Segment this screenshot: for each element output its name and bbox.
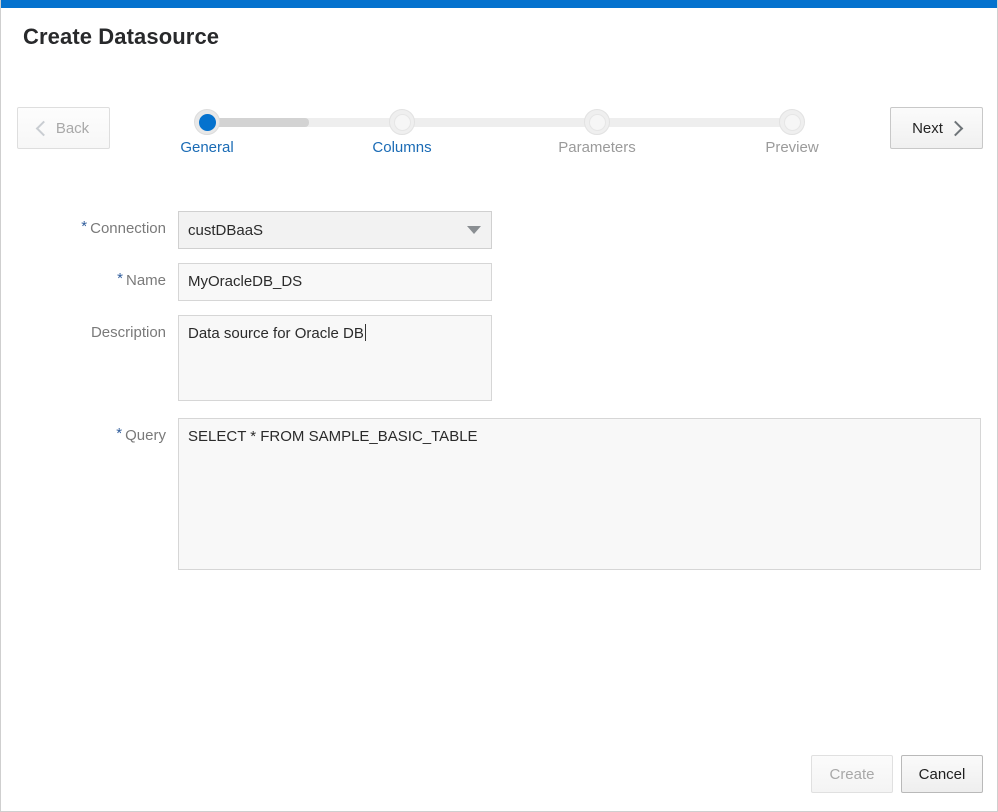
create-button[interactable]: Create <box>811 755 893 793</box>
query-label: * Query <box>6 425 166 444</box>
wizard-step-label-columns: Columns <box>372 139 432 156</box>
create-datasource-window: Create Datasource Back General Columns P… <box>0 0 998 812</box>
name-label-text: Name <box>125 272 166 289</box>
connection-label-text: Connection <box>90 220 166 237</box>
step-dot-columns <box>389 109 415 135</box>
connection-select-value: custDBaaS <box>188 221 264 239</box>
text-caret <box>364 324 366 341</box>
name-label: * Name <box>6 270 166 289</box>
query-label-text: Query <box>125 427 166 444</box>
wizard-train-bar: Back General Columns Parameters Preview <box>1 100 997 170</box>
next-button[interactable]: Next <box>890 107 983 149</box>
wizard-step-label-parameters: Parameters <box>558 139 636 156</box>
dialog-footer: Create Cancel <box>1 743 997 811</box>
name-input[interactable]: MyOracleDB_DS <box>178 263 492 301</box>
back-button-label: Back <box>55 119 90 137</box>
next-button-label: Next <box>912 119 943 137</box>
description-label-text: Description <box>90 324 166 341</box>
wizard-step-label-general: General <box>180 139 234 156</box>
wizard-step-label-preview: Preview <box>765 139 819 156</box>
query-textarea[interactable]: SELECT * FROM SAMPLE_BASIC_TABLE <box>178 418 981 570</box>
chevron-right-icon <box>947 120 964 136</box>
wizard-steps: General Columns Parameters Preview <box>180 100 821 170</box>
required-asterisk: * <box>81 218 88 235</box>
connection-select[interactable]: custDBaaS <box>178 211 492 249</box>
description-textarea[interactable]: Data source for Oracle DB <box>178 315 492 401</box>
connection-label: * Connection <box>6 218 166 237</box>
top-accent-bar <box>1 0 997 8</box>
description-value: Data source for Oracle DB <box>188 325 364 342</box>
cancel-button[interactable]: Cancel <box>901 755 983 793</box>
required-asterisk: * <box>116 425 123 442</box>
description-label: Description <box>6 324 166 341</box>
chevron-down-icon <box>467 226 481 234</box>
step-dot-general <box>194 109 220 135</box>
back-button[interactable]: Back <box>17 107 110 149</box>
page-title: Create Datasource <box>23 24 220 49</box>
step-dot-parameters <box>584 109 610 135</box>
chevron-left-icon <box>35 120 52 136</box>
required-asterisk: * <box>117 270 123 287</box>
step-dot-preview <box>779 109 805 135</box>
